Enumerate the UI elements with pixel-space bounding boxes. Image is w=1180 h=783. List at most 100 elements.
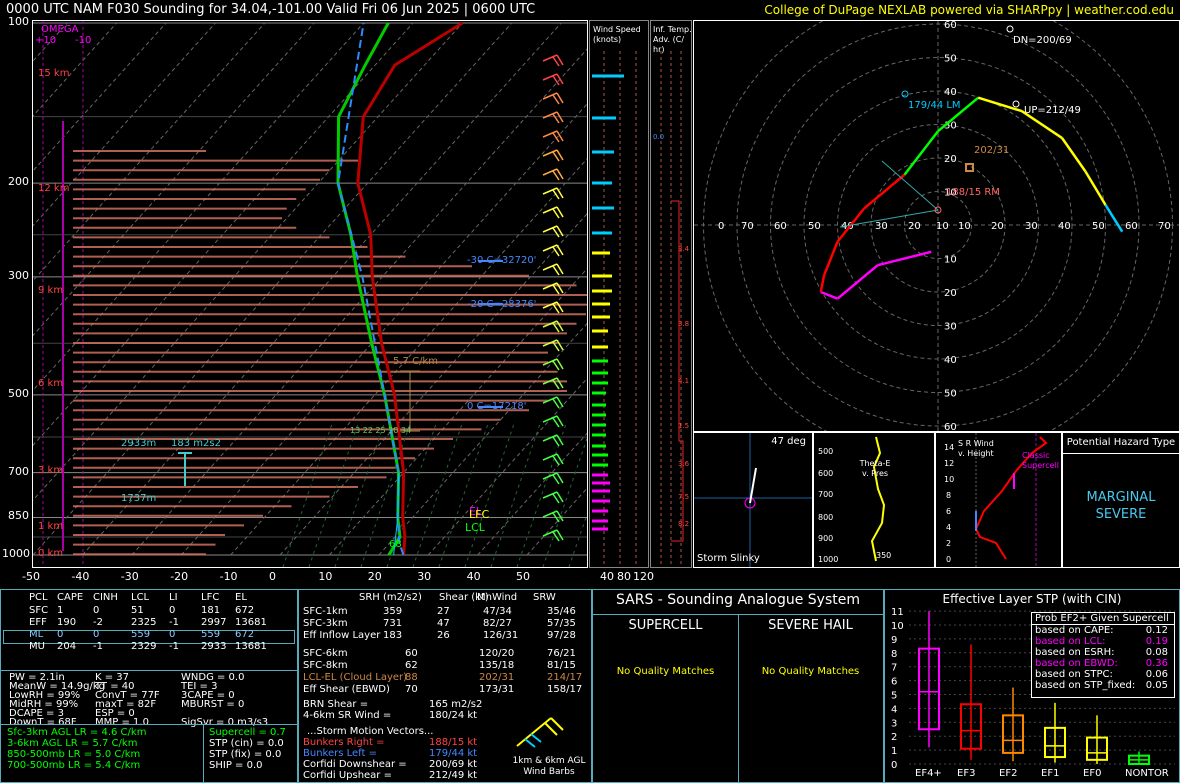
pressure-label: 1000 — [2, 547, 30, 560]
hodo-segment — [877, 250, 932, 267]
wind-barb — [552, 436, 560, 447]
hodo-ring-label: 20 — [944, 154, 957, 165]
prob-row: based on STPC: 0.06 — [1032, 669, 1174, 680]
omega-tick-pos: +10 — [35, 35, 57, 46]
index-item: MBURST = 0 — [181, 699, 245, 710]
brn-label: BRN Shear = — [303, 699, 369, 710]
kin-cell: 70 — [405, 684, 418, 695]
thetae-tick-800: 800 — [818, 513, 834, 522]
hodo-segment — [822, 241, 839, 276]
hodo-dn-marker — [1006, 25, 1014, 33]
kin-cell: 120/20 — [479, 648, 515, 659]
thetae-tick-1000: 1000 — [818, 555, 839, 564]
height-label: 15 km — [38, 68, 70, 79]
kin-cell: 359 — [383, 606, 403, 617]
lapse-rate-item: 3-6km AGL LR = 5.7 C/km — [7, 738, 138, 749]
sr46-value: 180/24 kt — [429, 710, 478, 721]
temp-axis-label: -50 — [22, 570, 40, 583]
sars-supercell-label: SUPERCELL — [628, 618, 703, 633]
kin-label: SFC-3km — [303, 618, 348, 629]
kin-cell: 26 — [437, 630, 450, 641]
hodo-segment — [1060, 137, 1087, 173]
parcel-cell: EFF — [29, 617, 47, 628]
ta-value: 3.8 — [678, 320, 689, 328]
srwind-tick-6: 6 — [946, 507, 952, 516]
hodo-x-label: 60 — [774, 221, 787, 232]
stp-y-label: 2 — [891, 732, 897, 743]
hodo-x-label: 10 — [936, 221, 949, 232]
stp-y-label: 8 — [891, 649, 897, 660]
eff-bot-label: 1737m — [121, 493, 157, 504]
wind-barb — [552, 360, 560, 371]
isotherm-line — [33, 22, 513, 556]
thetae-title: Theta-E v. Pres — [859, 459, 891, 478]
wind-speed-panel: Wind Speed (knots) — [589, 20, 649, 568]
parcel-cell: MU — [29, 641, 45, 652]
temp-axis-label: -20 — [170, 570, 189, 583]
hodo-segment — [819, 275, 826, 293]
parcel-cell: 51 — [131, 605, 144, 616]
kin-cell: 47/34 — [483, 606, 512, 617]
temp-adv-panel: Inf. Temp. Adv. (C/ hr) 0.0 3.4 3.8 4.1 1.5 3… — [650, 20, 692, 568]
kin-cell: 60 — [405, 648, 418, 659]
hodo-x-label: 30 — [1025, 221, 1038, 232]
kin-cell: 97/28 — [547, 630, 576, 641]
hodo-ring-label: 20 — [944, 288, 957, 299]
parcel-header: CINH — [93, 592, 118, 603]
wind-barb — [552, 94, 560, 105]
mixing-ratio-line — [308, 420, 360, 567]
stp-x-label: EF2 — [999, 768, 1017, 779]
prob-value: 0.06 — [1145, 669, 1168, 680]
dewpoint-trace — [336, 22, 402, 556]
wind-barb — [552, 246, 560, 257]
hodo-x-label: 60 — [1125, 221, 1138, 232]
pressure-label: 100 — [8, 15, 29, 28]
isotherm-line — [526, 487, 587, 556]
temp-axis-label: 20 — [367, 570, 382, 583]
hodo-x-label: 30 — [875, 221, 888, 232]
pressure-label: 200 — [8, 175, 29, 189]
temp-axis-label: 0 — [269, 570, 276, 583]
parcel-cell: -1 — [169, 617, 179, 628]
parcel-cell: ML — [29, 629, 44, 640]
hodo-ring-label: 40 — [944, 87, 957, 98]
wind-barb — [552, 417, 560, 428]
skewt-svg — [33, 21, 587, 567]
ws-tick-120: 120 — [633, 570, 654, 583]
kin-cell: 47 — [437, 618, 450, 629]
hodo-x-label: 50 — [1092, 221, 1105, 232]
wind-speed-svg — [592, 51, 637, 567]
hodo-x-label: 10 — [958, 221, 971, 232]
hazard-title: Potential Hazard Type — [1063, 433, 1179, 454]
omega-label: OMEGA — [41, 24, 79, 35]
parcel-cell: 0 — [169, 605, 176, 616]
hodograph-svg: 10 10 20 20 30 30 40 40 50 50 60 60 0 70 60 50 40 30 20 10 1… — [694, 21, 1179, 431]
temp-adv-svg: 0.0 3.4 3.8 4.1 1.5 3.6 7.5 8.2 — [653, 51, 690, 567]
stp-y-label: 4 — [891, 704, 897, 715]
stp-y-label: 11 — [891, 607, 904, 618]
kin-label: LCL-EL (Cloud Layer) — [303, 672, 408, 683]
wind-barb — [552, 132, 560, 143]
pressure-label: 850 — [8, 509, 29, 523]
prob-value: 0.36 — [1145, 658, 1168, 669]
hodo-ring-label: 30 — [944, 322, 957, 333]
storm-title: ...Storm Motion Vectors... — [307, 726, 434, 737]
isotherm-line — [33, 22, 266, 282]
skewt-panel: OMEGA +10 -10 -30 C=32720' -20 C=28376' … — [32, 20, 588, 568]
kin-header: MnWind — [477, 592, 518, 603]
stp-x-label: NONTOR — [1125, 768, 1169, 779]
hodo-ring-label: 10 — [944, 255, 957, 266]
hodo-rm-label: 188/15 RM — [946, 187, 1000, 198]
ta-value: 3.4 — [678, 245, 690, 253]
temp-axis-label: 40 — [466, 570, 481, 583]
thetae-panel: Theta-E v. Pres 500 600 700 800 900 1000… — [813, 432, 935, 568]
srwind-tick-12: 12 — [944, 459, 955, 468]
lfc-label: LFC — [469, 508, 490, 521]
wind-barb — [552, 189, 560, 200]
thetae-tick-700: 700 — [818, 490, 834, 499]
height-label: 1 km — [38, 521, 64, 532]
temp-axis-label: 10 — [318, 570, 333, 583]
srwind-title: S R Wind v. Height — [958, 439, 994, 458]
lcl-label: LCL — [465, 521, 485, 534]
prob-value: 0.12 — [1145, 625, 1168, 636]
